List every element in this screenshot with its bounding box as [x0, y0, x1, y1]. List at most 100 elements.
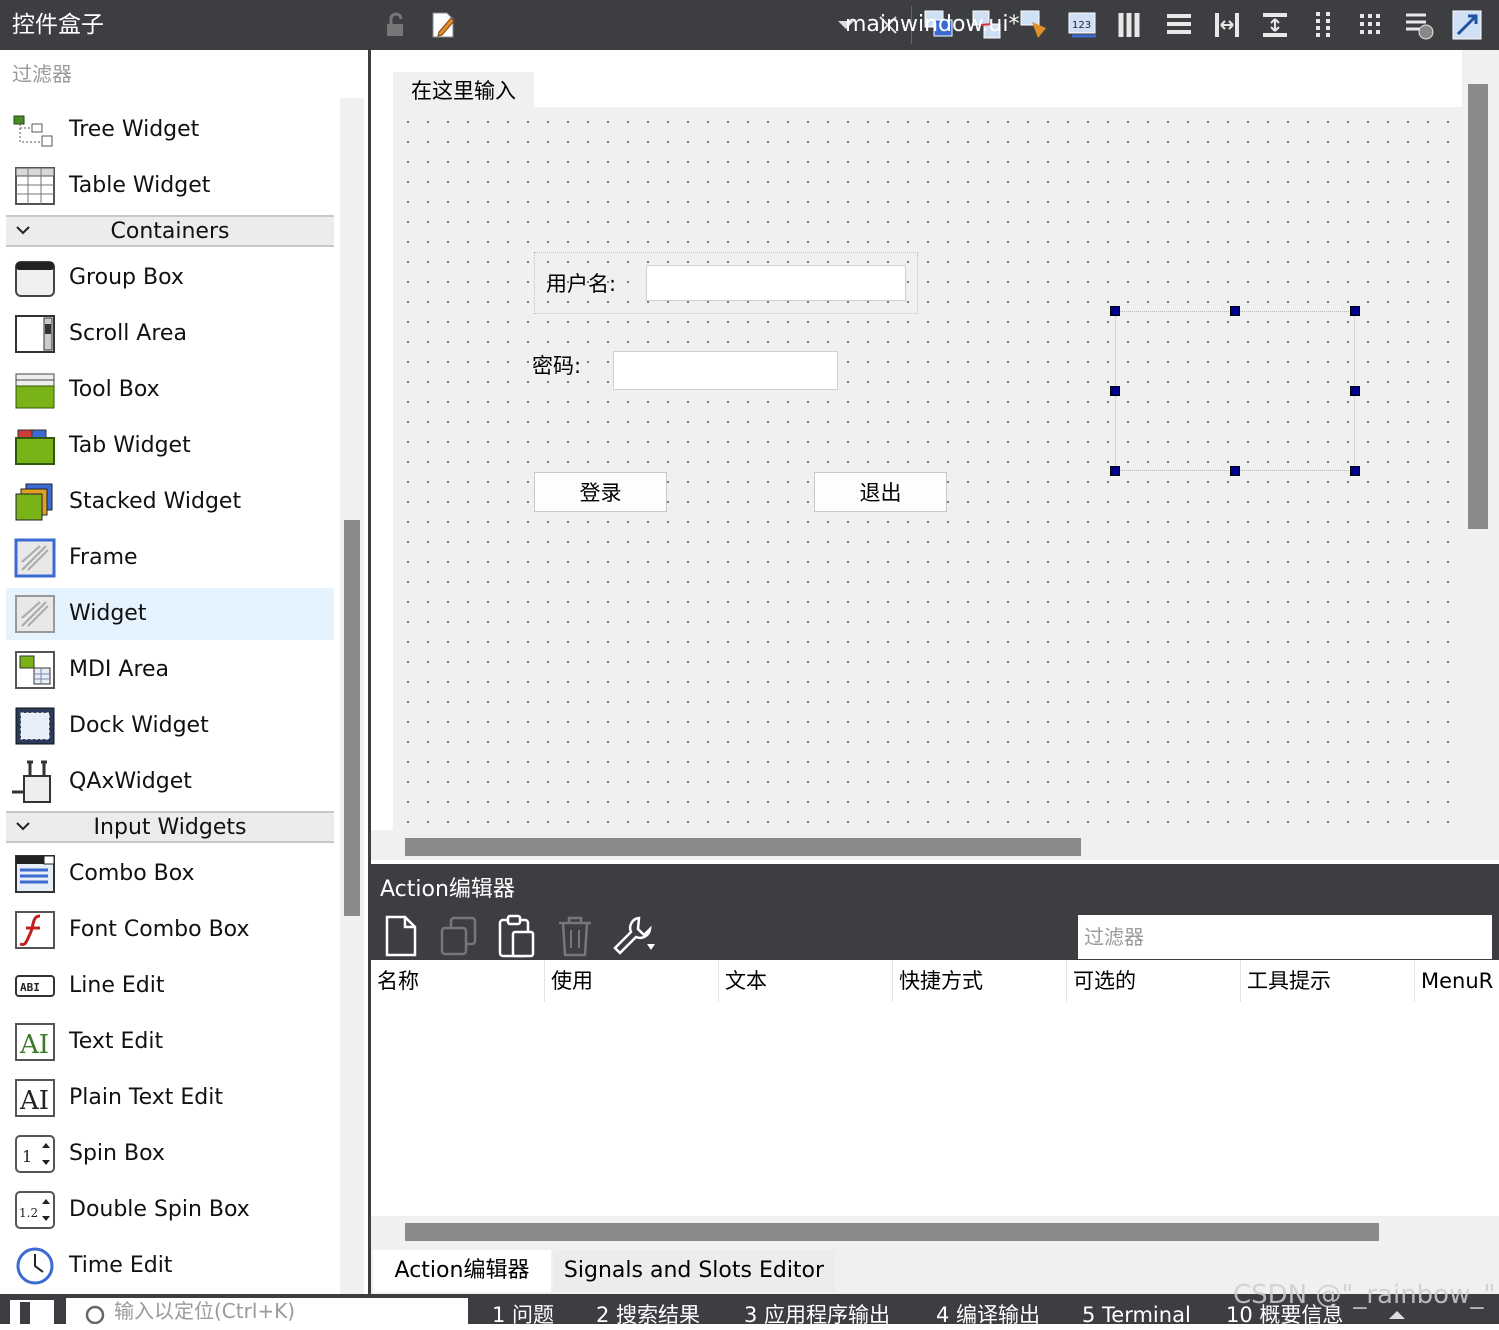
- double-spin-box-icon: 1.2: [15, 1191, 55, 1229]
- widget-item-text-edit[interactable]: AI Text Edit: [6, 1016, 334, 1068]
- action-table-horizontal-scrollbar[interactable]: [405, 1223, 1379, 1241]
- resize-handle[interactable]: [1110, 306, 1120, 316]
- login-button[interactable]: 登录: [534, 472, 667, 512]
- password-label[interactable]: 密码:: [532, 348, 581, 384]
- widget-item-time-edit[interactable]: Time Edit: [6, 1240, 334, 1292]
- table-widget-icon: [15, 167, 55, 205]
- delete-icon[interactable]: [555, 914, 595, 958]
- widget-item-label: Scroll Area: [69, 321, 187, 346]
- resize-handle[interactable]: [1350, 386, 1360, 396]
- widget-item-widget[interactable]: Widget: [6, 588, 334, 640]
- column-header-tooltip[interactable]: 工具提示: [1241, 960, 1415, 1002]
- layout-form-icon[interactable]: [1306, 8, 1340, 42]
- column-header-checkable[interactable]: 可选的: [1067, 960, 1241, 1002]
- chevron-up-icon[interactable]: [1386, 1308, 1408, 1322]
- username-label[interactable]: 用户名:: [546, 266, 616, 302]
- svg-text:AI: AI: [19, 1030, 49, 1060]
- category-containers[interactable]: Containers: [6, 215, 334, 247]
- widget-item-label: Widget: [69, 601, 147, 626]
- canvas-vertical-scrollbar[interactable]: [1468, 84, 1488, 529]
- widget-box-title: 控件盒子: [0, 0, 370, 50]
- locator-input[interactable]: [66, 1298, 468, 1324]
- canvas-horizontal-scrollbar[interactable]: [405, 838, 1081, 856]
- widget-box-panel: 控件盒子 Tree Widget Table Widget Containers: [0, 0, 370, 1324]
- edit-buddies-icon[interactable]: [1018, 8, 1052, 42]
- category-label: Input Widgets: [93, 815, 247, 840]
- widget-item-double-spin-box[interactable]: 1.2 Double Spin Box: [6, 1184, 334, 1236]
- resize-handle[interactable]: [1110, 386, 1120, 396]
- layout-grid-icon[interactable]: [1354, 8, 1388, 42]
- resize-handle[interactable]: [1350, 466, 1360, 476]
- widget-item-frame[interactable]: Frame: [6, 532, 334, 584]
- widget-item-tab-widget[interactable]: Tab Widget: [6, 420, 334, 472]
- widget-item-label: QAxWidget: [69, 769, 192, 794]
- resize-handle[interactable]: [1110, 466, 1120, 476]
- widget-item-scroll-area[interactable]: Scroll Area: [6, 308, 334, 360]
- column-header-text[interactable]: 文本: [719, 960, 893, 1002]
- widget-item-label: Tree Widget: [69, 117, 200, 142]
- break-layout-icon[interactable]: [1402, 8, 1436, 42]
- file-name-label[interactable]: mainwindow.ui*: [845, 0, 1019, 50]
- column-header-shortcut[interactable]: 快捷方式: [893, 960, 1067, 1002]
- widget-item-group-box[interactable]: Group Box: [6, 252, 334, 304]
- widget-item-stacked-widget[interactable]: Stacked Widget: [6, 476, 334, 528]
- widget-item-spin-box[interactable]: 1 Spin Box: [6, 1128, 334, 1180]
- password-input[interactable]: [613, 351, 838, 390]
- resize-handle[interactable]: [1350, 306, 1360, 316]
- column-header-used[interactable]: 使用: [545, 960, 719, 1002]
- widget-item-tool-box[interactable]: Tool Box: [6, 364, 334, 416]
- adjust-size-icon[interactable]: [1450, 8, 1484, 42]
- widget-item-label: Table Widget: [69, 173, 211, 198]
- widget-box-filter-input[interactable]: [6, 52, 364, 96]
- tab-signals-slots-editor[interactable]: Signals and Slots Editor: [553, 1250, 835, 1292]
- column-header-name[interactable]: 名称: [371, 960, 545, 1002]
- widget-item-mdi-area[interactable]: MDI Area: [6, 644, 334, 696]
- output-tab-terminal[interactable]: 5 Terminal: [1082, 1300, 1191, 1330]
- resize-handle[interactable]: [1230, 306, 1240, 316]
- spin-box-icon: 1: [15, 1135, 55, 1173]
- output-tab-search-results[interactable]: 2 搜索结果: [596, 1300, 700, 1330]
- widget-item-plain-text-edit[interactable]: AI Plain Text Edit: [6, 1072, 334, 1124]
- column-header-menurole[interactable]: MenuR: [1415, 960, 1499, 1002]
- exit-button[interactable]: 退出: [814, 472, 947, 512]
- widget-item-qaxwidget[interactable]: QAxWidget: [6, 756, 334, 808]
- layout-horizontal-icon[interactable]: [1114, 8, 1148, 42]
- output-tab-compile-output[interactable]: 4 编译输出: [936, 1300, 1040, 1330]
- layout-horizontal-splitter-icon[interactable]: [1210, 8, 1244, 42]
- combo-box-icon: [15, 855, 55, 893]
- layout-vertical-splitter-icon[interactable]: [1258, 8, 1292, 42]
- toggle-sidebar-icon[interactable]: [8, 1298, 56, 1324]
- action-filter-input[interactable]: [1078, 915, 1492, 959]
- copy-icon[interactable]: [439, 914, 479, 958]
- username-input[interactable]: [646, 265, 906, 301]
- widget-item-label: Spin Box: [69, 1141, 165, 1166]
- svg-text:ABI: ABI: [20, 981, 40, 994]
- edit-tab-order-icon[interactable]: 123: [1066, 8, 1100, 42]
- widget-item-line-edit[interactable]: ABI Line Edit: [6, 960, 334, 1012]
- text-edit-icon: AI: [15, 1023, 55, 1061]
- widget-item-font-combo-box[interactable]: Font Combo Box: [6, 904, 334, 956]
- widget-box-scrollbar-thumb[interactable]: [344, 520, 360, 916]
- tree-widget-icon: [13, 115, 53, 147]
- widget-item-tree-widget[interactable]: Tree Widget: [6, 104, 334, 156]
- selected-widget[interactable]: [1115, 311, 1355, 471]
- widget-item-table-widget[interactable]: Table Widget: [6, 160, 334, 212]
- widget-item-label: Tab Widget: [69, 433, 191, 458]
- category-input-widgets[interactable]: Input Widgets: [6, 811, 334, 843]
- output-tab-application-output[interactable]: 3 应用程序输出: [744, 1300, 890, 1330]
- menu-bar-placeholder[interactable]: 在这里输入: [393, 72, 534, 108]
- widget-item-combo-box[interactable]: Combo Box: [6, 848, 334, 900]
- resize-handle[interactable]: [1230, 466, 1240, 476]
- widget-icon: [15, 595, 55, 633]
- paste-icon[interactable]: [497, 914, 537, 958]
- output-tab-issues[interactable]: 1 问题: [492, 1300, 554, 1330]
- configure-icon[interactable]: [611, 914, 659, 958]
- new-action-icon[interactable]: [383, 914, 419, 958]
- layout-vertical-icon[interactable]: [1162, 8, 1196, 42]
- action-editor-title: Action编辑器: [380, 877, 515, 902]
- widget-item-label: Line Edit: [69, 973, 165, 998]
- widget-item-dock-widget[interactable]: Dock Widget: [6, 700, 334, 752]
- tab-action-editor[interactable]: Action编辑器: [373, 1250, 551, 1292]
- lock-icon[interactable]: [383, 12, 409, 38]
- stacked-widget-icon: [15, 483, 53, 521]
